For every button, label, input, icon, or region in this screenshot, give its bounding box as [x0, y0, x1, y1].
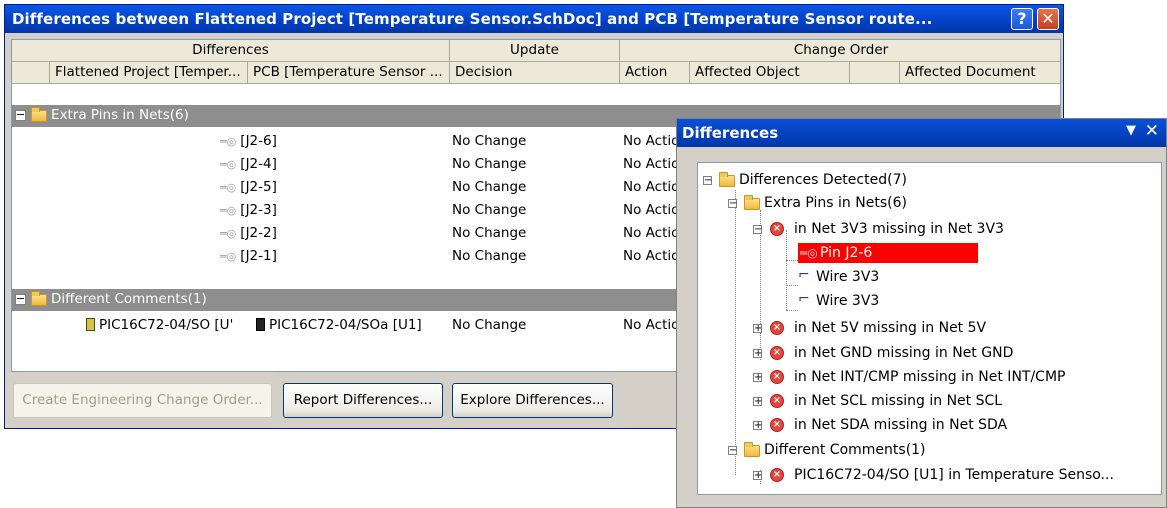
collapse-toggle[interactable]: − — [15, 109, 26, 121]
expand-toggle[interactable]: + — [753, 373, 762, 383]
report-differences-button[interactable]: Report Differences... — [283, 383, 443, 418]
decision-cell[interactable]: No Change — [452, 130, 620, 153]
error-icon: × — [770, 468, 784, 482]
component-icon — [86, 318, 95, 331]
differences-panel: Differences ▼ ✕ − Differences Detected(7… — [676, 118, 1167, 508]
expand-toggle[interactable]: + — [753, 397, 762, 407]
tree-label: in Net SCL missing in Net SCL — [794, 393, 1003, 409]
decision-cell[interactable]: No Change — [452, 245, 620, 268]
header-differences[interactable]: Differences — [12, 40, 450, 62]
component-icon — [256, 318, 265, 331]
column-decision[interactable]: Decision — [450, 62, 620, 84]
expand-toggle[interactable]: + — [753, 324, 762, 334]
tree-label: in Net 5V missing in Net 5V — [794, 320, 987, 336]
tree-label: Extra Pins in Nets(6) — [764, 195, 907, 211]
header-group-row: Differences Update Change Order — [12, 40, 1060, 62]
tree-label: Different Comments(1) — [764, 442, 926, 458]
tree-label: in Net INT/CMP missing in Net INT/CMP — [794, 369, 1066, 385]
error-icon: × — [770, 222, 784, 236]
pin-icon: ═◎ — [220, 250, 237, 263]
differences-tree: − Differences Detected(7) − Extra Pins i… — [697, 162, 1162, 495]
folder-icon — [719, 172, 735, 187]
header-column-row: Flattened Project [Temper... PCB [Temper… — [12, 62, 1060, 84]
collapse-toggle[interactable]: − — [728, 446, 737, 456]
header-change-order[interactable]: Change Order — [620, 40, 1060, 62]
folder-icon — [744, 442, 760, 457]
panel-close-icon[interactable]: ✕ — [1145, 121, 1159, 141]
collapse-toggle[interactable]: − — [728, 199, 737, 209]
dialog-title-bar[interactable]: Differences between Flattened Project [T… — [5, 5, 1063, 33]
collapse-toggle[interactable]: − — [703, 176, 712, 186]
header-spacer-2 — [850, 62, 900, 84]
error-icon: × — [770, 418, 784, 432]
group-label: Different Comments(1) — [51, 291, 207, 307]
folder-icon — [31, 291, 47, 306]
pin-icon: ═◎ — [220, 158, 237, 171]
expand-toggle[interactable]: + — [753, 471, 762, 481]
pcb-pin: [J2-6] — [240, 133, 277, 149]
error-icon: × — [770, 394, 784, 408]
panel-title-bar[interactable]: Differences ▼ ✕ — [677, 119, 1166, 147]
error-icon: × — [770, 346, 784, 360]
collapse-toggle[interactable]: − — [753, 225, 762, 235]
column-action[interactable]: Action — [620, 62, 690, 84]
decision-cell[interactable]: No Change — [452, 314, 620, 337]
decision-cell[interactable]: No Change — [452, 176, 620, 199]
error-icon: × — [770, 321, 784, 335]
dialog-title: Differences between Flattened Project [T… — [12, 10, 933, 28]
decision-cell[interactable]: No Change — [452, 222, 620, 245]
flattened-comment: PIC16C72-04/SO [U' — [99, 317, 234, 333]
tree-label: Pin J2-6 — [820, 245, 873, 261]
close-button[interactable]: ✕ — [1037, 8, 1059, 30]
group-label: Extra Pins in Nets(6) — [51, 107, 189, 123]
expand-toggle[interactable]: + — [753, 421, 762, 431]
folder-icon — [31, 107, 47, 122]
pin-icon: ═◎ — [220, 135, 237, 148]
pin-icon: ═◎ — [220, 181, 237, 194]
pcb-pin: [J2-2] — [240, 225, 277, 241]
pin-icon: ═◎ — [800, 246, 818, 260]
explore-differences-button[interactable]: Explore Differences... — [452, 383, 613, 418]
pin-icon: ═◎ — [220, 227, 237, 240]
header-spacer — [12, 62, 50, 84]
decision-cell[interactable]: No Change — [452, 199, 620, 222]
tree-label: Differences Detected(7) — [739, 172, 907, 188]
pin-icon: ═◎ — [220, 204, 237, 217]
pcb-pin: [J2-5] — [240, 179, 277, 195]
pcb-comment: PIC16C72-04/SOa [U1] — [269, 317, 422, 333]
wire-icon: ⌐ — [798, 267, 810, 283]
column-pcb[interactable]: PCB [Temperature Sensor ... — [248, 62, 450, 84]
pcb-pin: [J2-1] — [240, 248, 277, 264]
column-affected-document[interactable]: Affected Document — [900, 62, 1060, 84]
collapse-toggle[interactable]: − — [15, 293, 26, 305]
tree-node-pin-j2-6[interactable]: ═◎ Pin J2-6 — [798, 243, 978, 263]
header-update[interactable]: Update — [450, 40, 620, 62]
help-button[interactable]: ? — [1011, 8, 1033, 30]
column-affected-object[interactable]: Affected Object — [690, 62, 850, 84]
tree-label: in Net GND missing in Net GND — [794, 345, 1014, 361]
panel-menu-icon[interactable]: ▼ — [1126, 123, 1136, 138]
tree-label: in Net SDA missing in Net SDA — [794, 417, 1008, 433]
panel-title: Differences — [682, 124, 779, 142]
expand-toggle[interactable]: + — [753, 349, 762, 359]
column-flattened-project[interactable]: Flattened Project [Temper... — [50, 62, 248, 84]
tree-label: Wire 3V3 — [816, 269, 880, 285]
error-icon: × — [770, 370, 784, 384]
tree-label: Wire 3V3 — [816, 293, 880, 309]
pcb-pin: [J2-4] — [240, 156, 277, 172]
tree-label: in Net 3V3 missing in Net 3V3 — [794, 221, 1004, 237]
pcb-pin: [J2-3] — [240, 202, 277, 218]
folder-icon — [744, 195, 760, 210]
tree-label: PIC16C72-04/SO [U1] in Temperature Senso… — [794, 467, 1114, 483]
create-eco-button[interactable]: Create Engineering Change Order... — [13, 383, 272, 418]
decision-cell[interactable]: No Change — [452, 153, 620, 176]
wire-icon: ⌐ — [798, 291, 810, 307]
